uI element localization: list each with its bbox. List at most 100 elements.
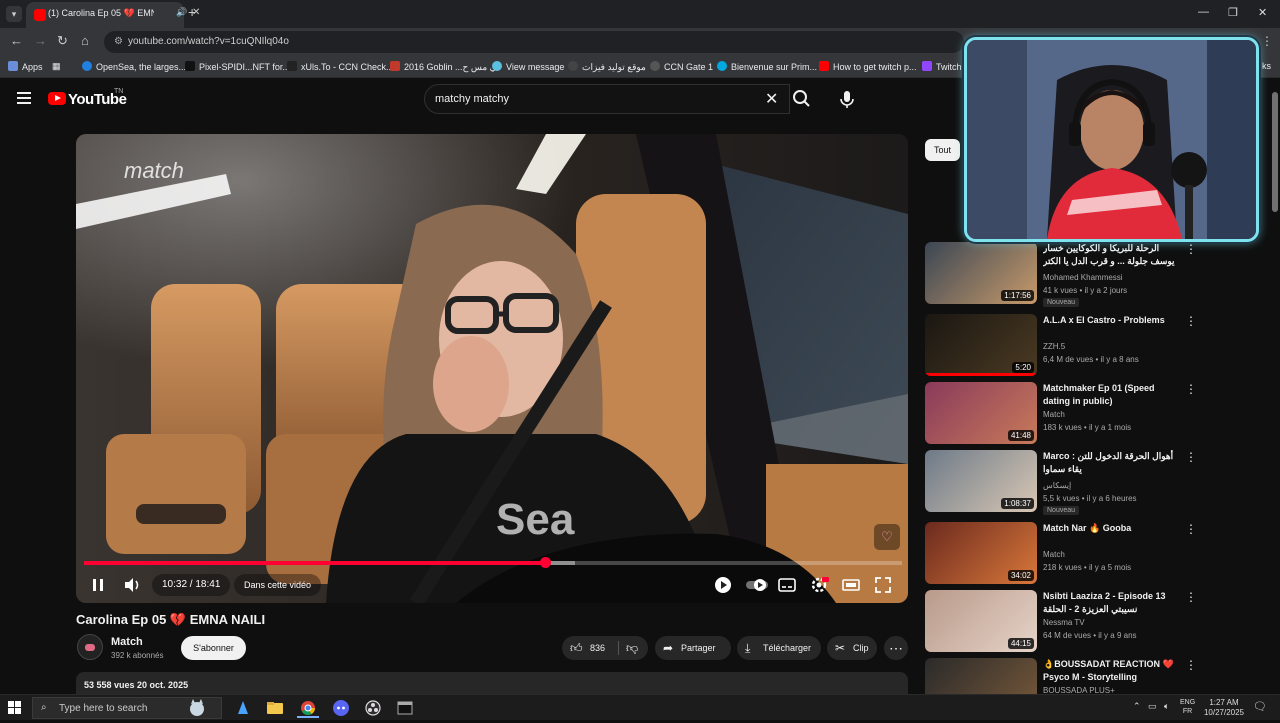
- share-button[interactable]: ➦ Partager: [655, 636, 731, 660]
- recommendation-thumbnail[interactable]: 5:20: [925, 314, 1037, 376]
- speaker-icon[interactable]: 🔊: [176, 7, 187, 18]
- voice-search-button[interactable]: [832, 84, 862, 114]
- filter-chip-all[interactable]: Tout: [925, 139, 960, 161]
- recommendation-thumbnail[interactable]: 41:48: [925, 382, 1037, 444]
- subscribe-button[interactable]: S'abonner: [181, 636, 246, 660]
- menu-icon[interactable]: [17, 92, 31, 104]
- clear-search-icon[interactable]: ✕: [765, 89, 778, 109]
- bookmark-prime[interactable]: Bienvenue sur Prim...: [717, 61, 817, 72]
- description-box[interactable]: 53 558 vues 20 oct. 2025: [76, 672, 908, 696]
- network-icon[interactable]: ▭: [1148, 701, 1157, 712]
- subtitles-icon[interactable]: [776, 574, 798, 596]
- more-options-icon[interactable]: ⋮: [1185, 382, 1197, 396]
- back-icon[interactable]: ←: [10, 34, 23, 48]
- recommendation-title[interactable]: Matchmaker Ep 01 (Speed dating in public…: [1043, 382, 1183, 408]
- site-info-icon[interactable]: ⚙: [114, 36, 123, 47]
- page-scrollbar[interactable]: [1270, 80, 1280, 680]
- reload-icon[interactable]: ↻: [57, 34, 68, 48]
- clip-button[interactable]: ✂ Clip: [827, 636, 877, 660]
- recommendation-thumbnail[interactable]: 1:08:37: [925, 450, 1037, 512]
- more-options-icon[interactable]: ⋮: [1185, 658, 1197, 672]
- theater-mode-icon[interactable]: [840, 574, 862, 596]
- bookmark-visa-generator[interactable]: موقع توليد فيزات: [568, 61, 646, 73]
- more-options-icon[interactable]: ⋮: [1185, 314, 1197, 328]
- url-field[interactable]: ⚙ youtube.com/watch?v=1cuQNIlq04o: [104, 31, 964, 53]
- chrome-icon[interactable]: [297, 698, 319, 718]
- like-icon[interactable]: 👍︎: [570, 636, 583, 660]
- pause-button[interactable]: [86, 574, 110, 596]
- scrollbar-thumb[interactable]: [1272, 92, 1278, 212]
- recommendation-thumbnail[interactable]: 34:02: [925, 522, 1037, 584]
- cortana-cat-icon[interactable]: [186, 698, 208, 718]
- bookmark-ccn-gate[interactable]: CCN Gate 1: [650, 61, 713, 72]
- forward-icon[interactable]: →: [34, 34, 47, 48]
- youtube-logo-icon[interactable]: [48, 92, 66, 105]
- more-options-icon[interactable]: ⋮: [1185, 590, 1197, 604]
- search-query: matchy matchy: [435, 93, 509, 105]
- recommendation-channel[interactable]: Match: [1043, 550, 1065, 559]
- speaker-tray-icon[interactable]: 🔈︎: [1164, 701, 1169, 712]
- recommendation-channel[interactable]: ZZH.5: [1043, 342, 1065, 351]
- progress-bar[interactable]: [84, 557, 902, 568]
- recommendation-title[interactable]: 👌BOUSSADAT REACTION ❤️ Psyco M - Storyte…: [1043, 658, 1183, 684]
- search-input[interactable]: matchy matchy ✕: [424, 84, 790, 114]
- recommendation-channel[interactable]: Match: [1043, 410, 1065, 419]
- notification-icon[interactable]: 🗨︎: [1253, 700, 1267, 713]
- recommendation-channel[interactable]: Nessma TV: [1043, 618, 1085, 627]
- channel-name[interactable]: Match: [111, 636, 143, 648]
- more-options-icon[interactable]: ⋮: [1185, 522, 1197, 536]
- discord-icon[interactable]: [330, 698, 352, 718]
- recommendation-thumbnail[interactable]: 44:15: [925, 590, 1037, 652]
- browser-menu-icon[interactable]: ⋮: [1261, 34, 1273, 48]
- bookmark-twitch-prime[interactable]: How to get twitch p...: [819, 61, 917, 72]
- recommendation-title[interactable]: Match Nar 🔥 Gooba: [1043, 522, 1183, 535]
- bookmark-view-message[interactable]: View message: [492, 61, 564, 72]
- more-options-icon[interactable]: ⋮: [1185, 450, 1197, 464]
- bookmark-twitch[interactable]: Twitch: [922, 61, 962, 72]
- like-count[interactable]: 836: [590, 636, 605, 660]
- more-actions-icon[interactable]: ⋯: [884, 636, 908, 660]
- restore-icon[interactable]: ❐: [1228, 6, 1238, 19]
- tab-search-icon[interactable]: ▾: [6, 6, 22, 22]
- file-explorer-icon[interactable]: [264, 698, 286, 718]
- download-button[interactable]: ⤓ Télécharger: [737, 636, 821, 660]
- bookmark-goblin[interactable]: 2016 Goblin ...ي مس ح: [390, 61, 497, 73]
- search-button[interactable]: [790, 84, 816, 114]
- tray-chevron-icon[interactable]: ⌃: [1133, 701, 1141, 712]
- recommendation-title[interactable]: Marco : أهوال الحرقة الدخول للتن يقاء سم…: [1043, 450, 1183, 476]
- chapter-button[interactable]: Dans cette vidéo: [234, 574, 322, 596]
- recommendation-title[interactable]: الرحلة للبريكا و الكوكايين خسار يوسف جلو…: [1043, 242, 1183, 268]
- minimize-icon[interactable]: —: [1198, 6, 1209, 18]
- language-indicator[interactable]: ENG FR: [1180, 698, 1195, 716]
- settings-icon[interactable]: [808, 574, 830, 596]
- home-icon[interactable]: ⌂: [81, 34, 89, 48]
- fullscreen-icon[interactable]: [872, 574, 894, 596]
- channel-avatar[interactable]: [77, 634, 103, 660]
- window-close-icon[interactable]: ✕: [1258, 6, 1267, 19]
- recommendation-title[interactable]: A.L.A x El Castro - Problems: [1043, 314, 1183, 327]
- bookmark-apps[interactable]: Apps: [8, 61, 43, 72]
- recommendation-thumbnail[interactable]: 1:17:56: [925, 242, 1037, 304]
- bookmark-pixel-spidi[interactable]: Pixel-SPIDI...NFT for...: [185, 61, 290, 72]
- recommendation-channel[interactable]: إيسكاس: [1043, 481, 1071, 490]
- recommendation-title[interactable]: Nsibti Laaziza 2 - Episode 13 نسيبتي الع…: [1043, 590, 1183, 616]
- autoplay-toggle[interactable]: [744, 574, 770, 596]
- clock[interactable]: 1:27 AM 10/27/2025: [1200, 698, 1248, 718]
- dislike-icon[interactable]: 👎︎: [626, 636, 638, 660]
- recommendation-channel[interactable]: Mohamed Khammessi: [1043, 273, 1123, 282]
- bookmark-opensea[interactable]: OpenSea, the larges...: [82, 61, 186, 72]
- windows-start-icon[interactable]: [8, 701, 22, 715]
- more-options-icon[interactable]: ⋮: [1185, 242, 1197, 256]
- new-tab-button[interactable]: +: [188, 5, 196, 19]
- obs-icon[interactable]: [362, 698, 384, 718]
- bookmark-xuls[interactable]: xUls.To - CCN Check...: [287, 61, 394, 72]
- video-player[interactable]: Sea match ♡ 10:32 / 18:41 Dans cette vid…: [76, 134, 908, 603]
- miniplayer-play-icon[interactable]: [712, 574, 734, 596]
- task-view-icon[interactable]: [232, 698, 254, 718]
- volume-button[interactable]: [120, 574, 144, 596]
- grid-icon[interactable]: ▦: [52, 61, 61, 72]
- bookmarks-overflow[interactable]: ks: [1262, 61, 1271, 71]
- active-tab[interactable]: (1) Carolina Ep 05 💔 EMNA 🔊 ✕: [26, 2, 200, 28]
- terminal-icon[interactable]: [394, 698, 416, 718]
- branding-icon[interactable]: ♡: [874, 524, 900, 550]
